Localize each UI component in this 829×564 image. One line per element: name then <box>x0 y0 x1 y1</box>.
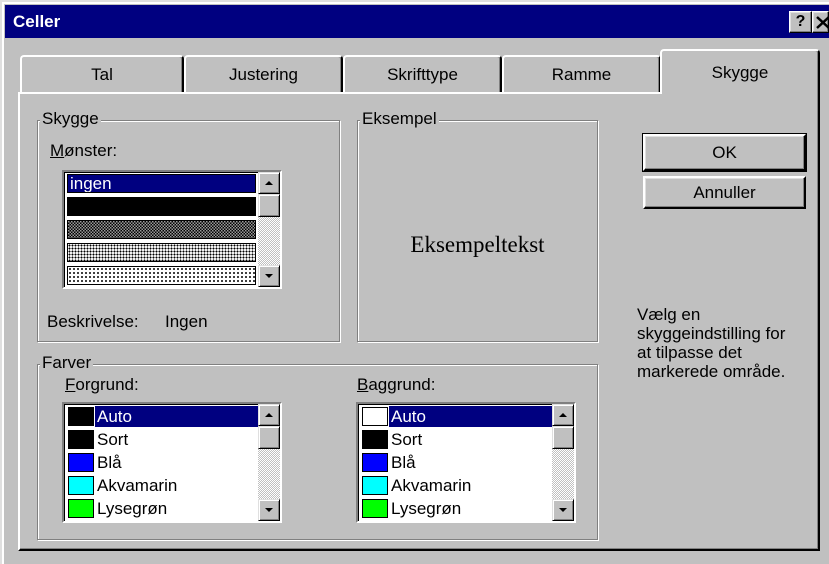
scroll-thumb[interactable] <box>258 426 280 449</box>
pattern-medium <box>67 243 256 262</box>
scroll-up-button[interactable] <box>258 172 280 194</box>
scroll-thumb[interactable] <box>552 426 574 449</box>
example-preview-text: Eksempeltekst <box>410 232 545 257</box>
pattern-option[interactable]: ingen <box>65 172 258 195</box>
tab-label: Tal <box>91 65 113 84</box>
colors-group: Farver Forgrund: Auto Sort Blå Akvamarin… <box>37 353 598 540</box>
group-label: Farver <box>40 353 94 373</box>
hint-text: Vælg en skyggeindstilling for at tilpass… <box>637 305 786 381</box>
arrow-up-icon <box>265 413 273 417</box>
window-title: Celler <box>13 12 61 31</box>
scroll-down-button[interactable] <box>552 499 574 521</box>
color-swatch <box>68 453 94 472</box>
tab-skrifttype[interactable]: Skrifttype <box>343 55 502 92</box>
color-option-label: Akvamarin <box>97 476 178 495</box>
scrollbar[interactable] <box>258 404 280 521</box>
color-option-label: Auto <box>95 406 258 427</box>
question-mark-icon: ? <box>795 13 806 30</box>
color-swatch <box>362 476 388 495</box>
scrollbar[interactable] <box>552 404 574 521</box>
color-option[interactable]: Akvamarin <box>359 474 552 497</box>
background-list: Auto Sort Blå Akvamarin Lysegrøn <box>359 404 552 521</box>
color-option[interactable]: Akvamarin <box>65 474 258 497</box>
color-swatch <box>362 407 388 426</box>
scroll-down-button[interactable] <box>258 499 280 521</box>
arrow-down-icon <box>265 508 273 512</box>
help-button[interactable]: ? <box>789 11 812 33</box>
tab-justering[interactable]: Justering <box>184 55 343 92</box>
title-bar[interactable]: Celler ? <box>5 5 829 38</box>
color-option-label: Blå <box>391 453 416 472</box>
foreground-label: Forgrund: <box>65 375 139 394</box>
color-swatch <box>68 430 94 449</box>
tab-label: Ramme <box>551 65 612 84</box>
scroll-down-button[interactable] <box>258 265 280 287</box>
color-swatch <box>362 430 388 449</box>
scroll-up-button[interactable] <box>258 404 280 426</box>
color-option[interactable]: Lysegrøn <box>359 497 552 520</box>
pattern-none: ingen <box>67 174 256 193</box>
description-label: Beskrivelse: <box>47 312 139 331</box>
color-option-label: Sort <box>97 430 129 449</box>
color-option[interactable]: Blå <box>65 451 258 474</box>
color-option-label: Lysegrøn <box>391 499 462 518</box>
tab-skygge[interactable]: Skygge <box>660 49 820 94</box>
pattern-light <box>67 266 256 285</box>
group-label: Skygge <box>40 109 101 129</box>
color-swatch <box>362 499 388 518</box>
tab-tal[interactable]: Tal <box>20 55 184 92</box>
tab-panel-skygge: Skygge Mønster: ingen Beskrivelse: Ingen… <box>18 92 820 551</box>
background-label: Baggrund: <box>357 375 436 394</box>
tab-label: Skrifttype <box>387 65 458 84</box>
color-swatch <box>68 476 94 495</box>
cancel-button[interactable]: Annuller <box>643 176 806 209</box>
color-option-label: Lysegrøn <box>97 499 168 518</box>
group-label: Eksempel <box>360 109 439 129</box>
pattern-option[interactable] <box>65 218 258 241</box>
color-option-label: Sort <box>391 430 423 449</box>
close-button[interactable] <box>812 11 829 33</box>
color-option[interactable]: Sort <box>359 428 552 451</box>
color-option-label: Akvamarin <box>391 476 472 495</box>
pattern-option[interactable] <box>65 241 258 264</box>
color-option[interactable]: Sort <box>65 428 258 451</box>
pattern-listbox[interactable]: ingen <box>62 170 282 289</box>
foreground-listbox[interactable]: Auto Sort Blå Akvamarin Lysegrøn <box>62 402 282 523</box>
background-listbox[interactable]: Auto Sort Blå Akvamarin Lysegrøn <box>356 402 576 523</box>
arrow-up-icon <box>559 413 567 417</box>
color-option[interactable]: Auto <box>65 405 258 428</box>
arrow-up-icon <box>265 181 273 185</box>
arrow-down-icon <box>265 274 273 278</box>
description-value: Ingen <box>165 312 208 331</box>
pattern-list: ingen <box>65 172 258 287</box>
scroll-thumb[interactable] <box>258 194 280 217</box>
tab-label: Justering <box>229 65 298 84</box>
color-swatch <box>68 499 94 518</box>
arrow-down-icon <box>559 508 567 512</box>
color-option[interactable]: Lysegrøn <box>65 497 258 520</box>
scroll-up-button[interactable] <box>552 404 574 426</box>
shading-group: Skygge Mønster: ingen Beskrivelse: Ingen <box>37 109 340 342</box>
color-option[interactable]: Auto <box>359 405 552 428</box>
foreground-list: Auto Sort Blå Akvamarin Lysegrøn <box>65 404 258 521</box>
tab-label: Skygge <box>711 63 769 82</box>
tab-ramme[interactable]: Ramme <box>502 55 661 92</box>
color-swatch <box>362 453 388 472</box>
color-option[interactable]: Blå <box>359 451 552 474</box>
close-icon <box>816 16 828 29</box>
example-group: Eksempel Eksempeltekst <box>357 109 598 342</box>
scrollbar[interactable] <box>258 172 280 287</box>
pattern-option[interactable] <box>65 195 258 218</box>
pattern-label: Mønster: <box>50 141 118 160</box>
ok-button[interactable]: OK <box>643 134 806 171</box>
color-swatch <box>68 407 94 426</box>
color-option-label: Auto <box>389 406 552 427</box>
color-option-label: Blå <box>97 453 122 472</box>
pattern-solid <box>67 197 256 216</box>
pattern-option[interactable] <box>65 264 258 287</box>
pattern-dark <box>67 220 256 239</box>
